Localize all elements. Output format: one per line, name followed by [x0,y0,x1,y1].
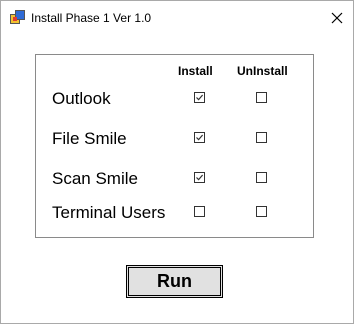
checkbox-install-terminal-users[interactable] [194,206,205,217]
row-label-terminal-users: Terminal Users [52,203,166,222]
close-icon [331,12,343,24]
row-label-scan-smile: Scan Smile [52,169,138,188]
window-title: Install Phase 1 Ver 1.0 [31,11,152,25]
run-button[interactable]: Run [126,265,223,298]
checkbox-uninstall-scan-smile[interactable] [256,172,267,183]
title-bar[interactable]: Install Phase 1 Ver 1.0 [1,1,353,35]
checkbox-uninstall-terminal-users[interactable] [256,206,267,217]
app-icon [10,10,25,24]
row-label-outlook: Outlook [52,89,111,108]
checkmark-icon [196,94,204,101]
row-label-file-smile: File Smile [52,129,127,148]
checkbox-install-file-smile[interactable] [194,132,205,143]
checkmark-icon [196,134,204,141]
checkbox-uninstall-file-smile[interactable] [256,132,267,143]
checkbox-install-outlook[interactable] [194,92,205,103]
install-window: Install Phase 1 Ver 1.0 Install UnInstal… [0,0,354,324]
install-column-header: Install [178,64,213,78]
checkbox-uninstall-outlook[interactable] [256,92,267,103]
uninstall-column-header: UnInstall [237,64,288,78]
checkmark-icon [196,174,204,181]
close-button[interactable] [323,5,351,31]
checkbox-install-scan-smile[interactable] [194,172,205,183]
